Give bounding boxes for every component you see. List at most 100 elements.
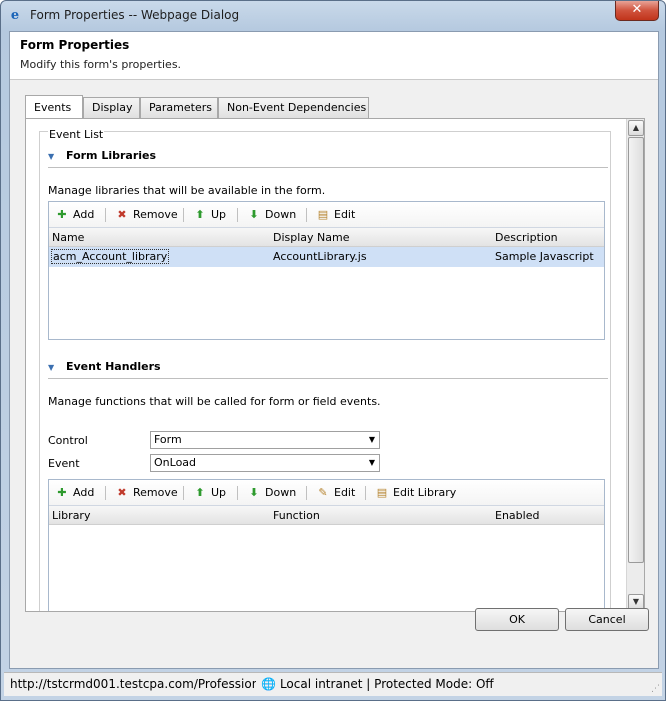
window-title: Form Properties -- Webpage Dialog <box>30 8 240 22</box>
status-bar: http://tstcrmd001.testcpa.com/Profession… <box>4 672 662 696</box>
control-value: Form <box>154 433 182 446</box>
add-label: Add <box>73 208 95 221</box>
toolbar-separator <box>183 208 184 222</box>
edit-label: Edit <box>334 208 356 221</box>
remove-library-button[interactable]: ✖ Remove <box>115 207 178 223</box>
up-label: Up <box>211 486 227 499</box>
form-libraries-heading[interactable]: ▼ Form Libraries <box>48 149 156 162</box>
move-down-button[interactable]: ⬇ Down <box>247 485 296 501</box>
column-name[interactable]: Name <box>52 231 84 244</box>
vertical-scrollbar[interactable]: ▲ ▼ <box>626 119 644 611</box>
event-list-legend: Event List <box>48 128 105 141</box>
section-divider <box>48 378 608 379</box>
add-handler-button[interactable]: ✚ Add <box>55 485 94 501</box>
edit-library-button[interactable]: ▤ Edit <box>316 207 356 223</box>
edit-library-label: Edit Library <box>393 486 457 499</box>
arrow-up-icon: ⬆ <box>195 208 205 221</box>
tab-events[interactable]: Events <box>25 95 83 118</box>
add-icon: ✚ <box>57 208 67 221</box>
library-description-cell: Sample Javascript <box>495 250 594 263</box>
dialog-window: e Form Properties -- Webpage Dialog ✕ Fo… <box>0 0 666 701</box>
scroll-up-icon[interactable]: ▲ <box>628 120 644 136</box>
add-library-button[interactable]: ✚ Add <box>55 207 94 223</box>
remove-handler-button[interactable]: ✖ Remove <box>115 485 178 501</box>
toolbar-separator <box>105 486 106 500</box>
libraries-toolbar: ✚ Add ✖ Remove ⬆ Up ⬇ Down ▤ Edit <box>49 202 604 228</box>
libraries-column-header: Name Display Name Description <box>49 228 604 247</box>
remove-label: Remove <box>133 486 178 499</box>
edit-label: Edit <box>334 486 356 499</box>
resize-grip-icon[interactable]: ⋰ <box>651 684 660 694</box>
events-panel: Event List ▼ Form Libraries Manage librar… <box>25 118 645 612</box>
close-button[interactable]: ✕ <box>615 1 659 21</box>
event-select[interactable]: OnLoad ▼ <box>150 454 380 472</box>
library-name-cell: acm_Account_library <box>51 249 170 264</box>
status-url: http://tstcrmd001.testcpa.com/Profession… <box>10 677 256 691</box>
toolbar-separator <box>105 208 106 222</box>
form-libraries-label: Form Libraries <box>66 149 157 162</box>
up-label: Up <box>211 208 227 221</box>
move-down-button[interactable]: ⬇ Down <box>247 207 296 223</box>
edit-library-icon: ▤ <box>376 486 388 499</box>
move-up-button[interactable]: ⬆ Up <box>193 485 226 501</box>
remove-icon: ✖ <box>117 486 127 499</box>
tab-non-event-dependencies[interactable]: Non-Event Dependencies <box>218 97 369 118</box>
toolbar-separator <box>306 208 307 222</box>
add-icon: ✚ <box>57 486 67 499</box>
arrow-down-icon: ⬇ <box>249 486 259 499</box>
page-subtitle: Modify this form's properties. <box>20 58 182 71</box>
edit-handler-button[interactable]: ✎ Edit <box>316 485 355 501</box>
edit-icon: ▤ <box>317 208 329 221</box>
move-up-button[interactable]: ⬆ Up <box>193 207 226 223</box>
control-select[interactable]: Form ▼ <box>150 431 380 449</box>
control-label: Control <box>48 434 88 447</box>
handlers-toolbar: ✚ Add ✖ Remove ⬆ Up ⬇ Down ✎ Edit ▤ Edit Libra… <box>49 480 604 506</box>
event-label: Event <box>48 457 80 470</box>
toolbar-separator <box>365 486 366 500</box>
toolbar-separator <box>237 208 238 222</box>
arrow-up-icon: ⬆ <box>195 486 205 499</box>
down-label: Down <box>265 208 297 221</box>
column-library[interactable]: Library <box>52 509 90 522</box>
ok-button[interactable]: OK <box>475 608 559 631</box>
library-display-name-cell: AccountLibrary.js <box>273 250 367 263</box>
toolbar-separator <box>237 486 238 500</box>
remove-label: Remove <box>133 208 178 221</box>
column-enabled[interactable]: Enabled <box>495 509 539 522</box>
scrollbar-thumb[interactable] <box>628 137 644 563</box>
libraries-description: Manage libraries that will be available … <box>48 184 326 197</box>
column-description[interactable]: Description <box>495 231 558 244</box>
edit-pencil-icon: ✎ <box>318 486 328 499</box>
zone-text: Local intranet | Protected Mode: Off <box>279 677 494 691</box>
event-handlers-heading[interactable]: ▼ Event Handlers <box>48 360 161 373</box>
column-display-name[interactable]: Display Name <box>273 231 350 244</box>
ie-page-icon: e <box>10 8 20 23</box>
dialog-header: Form Properties Modify this form's prope… <box>10 32 658 80</box>
remove-icon: ✖ <box>117 208 127 221</box>
dialog-client: Form Properties Modify this form's prope… <box>9 31 659 669</box>
handlers-description: Manage functions that will be called for… <box>48 395 381 408</box>
tab-display[interactable]: Display <box>83 97 140 118</box>
add-label: Add <box>73 486 95 499</box>
table-row[interactable]: acm_Account_library AccountLibrary.js Sa… <box>49 247 604 267</box>
globe-icon: 🌐 <box>261 677 276 691</box>
section-divider <box>48 167 608 168</box>
arrow-down-icon: ⬇ <box>249 208 259 221</box>
page-title: Form Properties <box>20 38 130 52</box>
dropdown-arrow-icon: ▼ <box>368 435 375 444</box>
column-function[interactable]: Function <box>273 509 320 522</box>
handlers-grid: ✚ Add ✖ Remove ⬆ Up ⬇ Down ✎ Edit ▤ Edit Libra… <box>48 479 605 611</box>
toolbar-separator <box>183 486 184 500</box>
title-bar[interactable]: e Form Properties -- Webpage Dialog ✕ <box>1 1 665 31</box>
dropdown-arrow-icon: ▼ <box>368 458 375 467</box>
down-label: Down <box>265 486 297 499</box>
toolbar-separator <box>306 486 307 500</box>
libraries-grid: ✚ Add ✖ Remove ⬆ Up ⬇ Down ▤ Edit Name Displa… <box>48 201 605 340</box>
cancel-button[interactable]: Cancel <box>565 608 649 631</box>
event-handlers-label: Event Handlers <box>66 360 161 373</box>
event-value: OnLoad <box>154 456 197 469</box>
security-zone: 🌐 Local intranet | Protected Mode: Off <box>261 677 494 691</box>
tab-parameters[interactable]: Parameters <box>140 97 218 118</box>
edit-library-button[interactable]: ▤ Edit Library <box>375 485 456 501</box>
handlers-column-header: Library Function Enabled <box>49 506 604 525</box>
